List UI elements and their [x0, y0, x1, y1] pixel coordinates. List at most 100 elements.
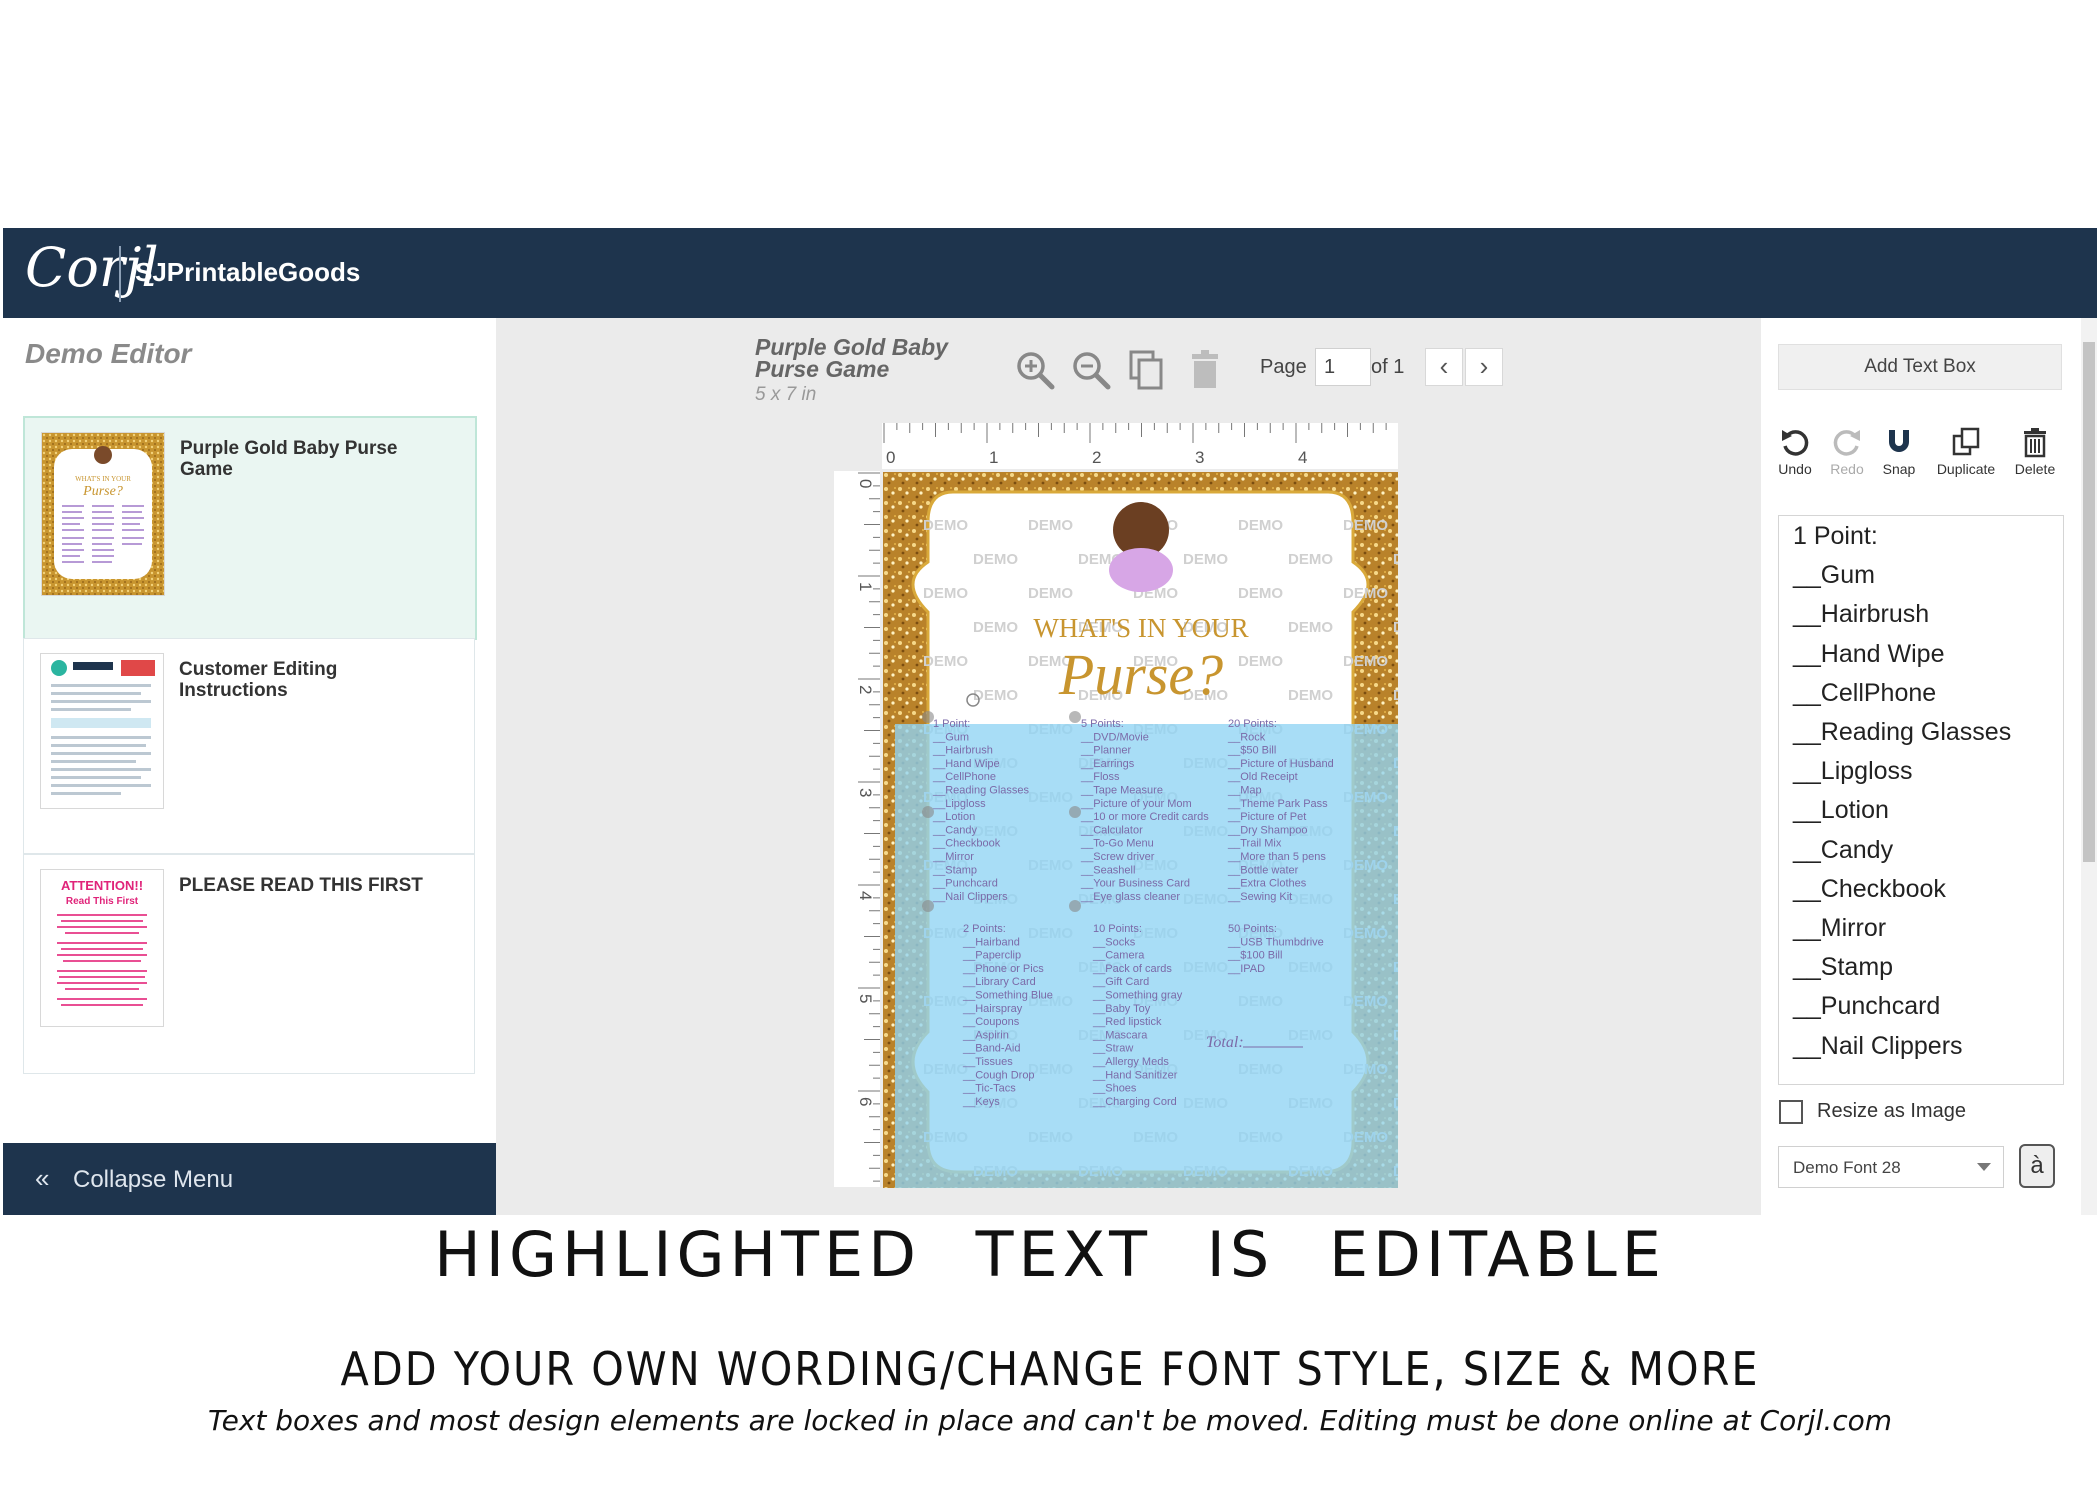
selection-handle[interactable]	[1069, 711, 1081, 723]
list-item-text[interactable]: __Charging Cord	[1092, 1096, 1177, 1108]
snap-button[interactable]: Snap	[1867, 426, 1931, 477]
list-item-text[interactable]: __Lipgloss	[932, 798, 986, 810]
list-item-text[interactable]: __Coupons	[962, 1016, 1020, 1028]
list-item-text[interactable]: __Bottle water	[1227, 864, 1299, 876]
list-item-text[interactable]: __Punchcard	[932, 878, 998, 890]
list-item-text[interactable]: __Trail Mix	[1227, 838, 1282, 850]
list-item-text[interactable]: __Picture of your Mom	[1080, 798, 1192, 810]
list-item-text[interactable]: __CellPhone	[932, 771, 996, 783]
list-item-text[interactable]: __Socks	[1092, 936, 1136, 948]
list-item-text[interactable]: __Mirror	[932, 851, 974, 863]
list-item-text[interactable]: __Checkbook	[932, 838, 1001, 850]
list-item-text[interactable]: __Map	[1227, 785, 1262, 797]
text-line[interactable]: __Hairbrush	[1793, 600, 1929, 629]
list-item-text[interactable]: __Nail Clippers	[932, 891, 1008, 903]
project-purple-gold-baby-purse[interactable]: WHAT'S IN YOUR Purse? Purple Gold Baby P…	[23, 416, 477, 640]
list-item-text[interactable]: __Phone or Pics	[962, 963, 1044, 975]
text-line[interactable]: __Reading Glasses	[1793, 718, 2011, 747]
zoom-in-icon[interactable]	[1013, 348, 1057, 392]
page-number-input[interactable]: 1	[1315, 348, 1371, 386]
add-text-box-button[interactable]: Add Text Box	[1778, 344, 2062, 390]
list-item-text[interactable]: __Calculator	[1080, 824, 1143, 836]
list-item-text[interactable]: 1 Point:	[933, 718, 970, 730]
previous-page-button[interactable]: ‹	[1425, 348, 1463, 386]
list-item-text[interactable]: __$100 Bill	[1227, 950, 1282, 962]
list-item-text[interactable]: __DVD/Movie	[1080, 731, 1149, 743]
list-item-text[interactable]: __Paperclip	[962, 950, 1021, 962]
list-item-text[interactable]: __Aspirin	[962, 1029, 1009, 1041]
delete-button[interactable]: Delete	[2003, 426, 2067, 477]
text-line[interactable]: __Candy	[1793, 836, 1893, 865]
next-page-button[interactable]: ›	[1465, 348, 1503, 386]
text-edit-box[interactable]: 1 Point: __Gum __Hairbrush __Hand Wipe __Cel…	[1778, 515, 2064, 1085]
list-item-text[interactable]: __More than 5 pens	[1227, 851, 1326, 863]
list-item-text[interactable]: __Rock	[1227, 731, 1266, 743]
list-item-text[interactable]: __Red lipstick	[1092, 1016, 1162, 1028]
list-item-text[interactable]: __Earrings	[1080, 758, 1135, 770]
list-item-text[interactable]: __Lotion	[932, 811, 975, 823]
list-item-text[interactable]: __Keys	[962, 1096, 1000, 1108]
list-item-text[interactable]: __Candy	[932, 824, 978, 836]
text-line[interactable]: __CellPhone	[1793, 679, 1936, 708]
list-item-text[interactable]: __Pack of cards	[1092, 963, 1172, 975]
list-item-text[interactable]: __Tape Measure	[1080, 785, 1163, 797]
list-item-text[interactable]: __Tissues	[962, 1056, 1013, 1068]
list-item-text[interactable]: __USB Thumbdrive	[1227, 936, 1324, 948]
list-item-text[interactable]: __Theme Park Pass	[1227, 798, 1328, 810]
list-item-text[interactable]: __Straw	[1092, 1043, 1133, 1055]
list-item-text[interactable]: 2 Points:	[963, 923, 1006, 935]
resize-as-image-checkbox[interactable]	[1779, 1100, 1803, 1124]
text-line[interactable]: 1 Point:	[1793, 522, 1878, 551]
list-item-text[interactable]: __Gum	[932, 731, 969, 743]
list-item-text[interactable]: __$50 Bill	[1227, 745, 1276, 757]
shop-name[interactable]: SJPrintableGoods	[135, 257, 360, 288]
text-line[interactable]: __Stamp	[1793, 953, 1893, 982]
list-item-text[interactable]: __Reading Glasses	[932, 785, 1030, 797]
selection-handle[interactable]	[922, 900, 934, 912]
list-item-text[interactable]: __Hairspray	[962, 1003, 1023, 1015]
selection-handle[interactable]	[922, 806, 934, 818]
list-item-text[interactable]: __Extra Clothes	[1227, 878, 1307, 890]
list-item-text[interactable]: __Something gray	[1092, 990, 1183, 1002]
text-line[interactable]: __Gum	[1793, 561, 1875, 590]
list-item-text[interactable]: __Dry Shampoo	[1227, 824, 1308, 836]
selection-handle[interactable]	[1069, 806, 1081, 818]
list-item-text[interactable]: __IPAD	[1227, 963, 1265, 975]
text-line[interactable]: __Lipgloss	[1793, 757, 1913, 786]
list-item-text[interactable]: __Stamp	[932, 864, 977, 876]
list-item-text[interactable]: __Tic-Tacs	[962, 1083, 1016, 1095]
list-item-text[interactable]: __Screw driver	[1080, 851, 1155, 863]
design-canvas[interactable]: DEMO DEMO DEMO DEMO DEMO DEMO DEMO DEMO DEMO DEMO…	[883, 472, 1398, 1188]
zoom-out-icon[interactable]	[1069, 348, 1113, 392]
copy-icon[interactable]	[1125, 348, 1169, 392]
text-line[interactable]: __Checkbook	[1793, 875, 1946, 904]
trash-icon[interactable]	[1183, 348, 1227, 392]
list-item-text[interactable]: __Gift Card	[1092, 976, 1149, 988]
list-item-text[interactable]: __Band-Aid	[962, 1043, 1021, 1055]
text-line[interactable]: __Hand Wipe	[1793, 640, 1944, 669]
list-item-text[interactable]: __Your Business Card	[1080, 878, 1190, 890]
list-item-text[interactable]: __Eye glass cleaner	[1080, 891, 1180, 903]
list-item-text[interactable]: __Something Blue	[962, 990, 1053, 1002]
text-line[interactable]: __Mirror	[1793, 914, 1886, 943]
selection-handle[interactable]	[922, 711, 934, 723]
list-item-text[interactable]: __Baby Toy	[1092, 1003, 1151, 1015]
list-item-text[interactable]: __Camera	[1092, 950, 1145, 962]
vertical-scrollbar[interactable]	[2081, 318, 2097, 1215]
list-item-text[interactable]: __Hairband	[962, 936, 1020, 948]
list-item-text[interactable]: 10 Points:	[1093, 923, 1142, 935]
text-line[interactable]: __Lotion	[1793, 796, 1889, 825]
text-line[interactable]: __Punchcard	[1793, 992, 1940, 1021]
list-item-text[interactable]: __Cough Drop	[962, 1069, 1035, 1081]
list-item-text[interactable]: __Floss	[1080, 771, 1120, 783]
list-item-text[interactable]: __Hand Wipe	[932, 758, 1000, 770]
project-please-read-this-first[interactable]: ATTENTION!! Read This First PLEASE READ …	[23, 854, 475, 1074]
project-customer-editing-instructions[interactable]: Customer Editing Instructions	[23, 638, 475, 854]
font-select[interactable]: Demo Font 28	[1778, 1146, 2004, 1188]
scrollbar-thumb[interactable]	[2083, 342, 2095, 862]
list-item-text[interactable]: 20 Points:	[1228, 718, 1277, 730]
list-item-text[interactable]: __Old Receipt	[1227, 771, 1298, 783]
list-item-text[interactable]: __Picture of Pet	[1227, 811, 1306, 823]
list-item-text[interactable]: __10 or more Credit cards	[1080, 811, 1209, 823]
list-item-text[interactable]: __To-Go Menu	[1080, 838, 1154, 850]
